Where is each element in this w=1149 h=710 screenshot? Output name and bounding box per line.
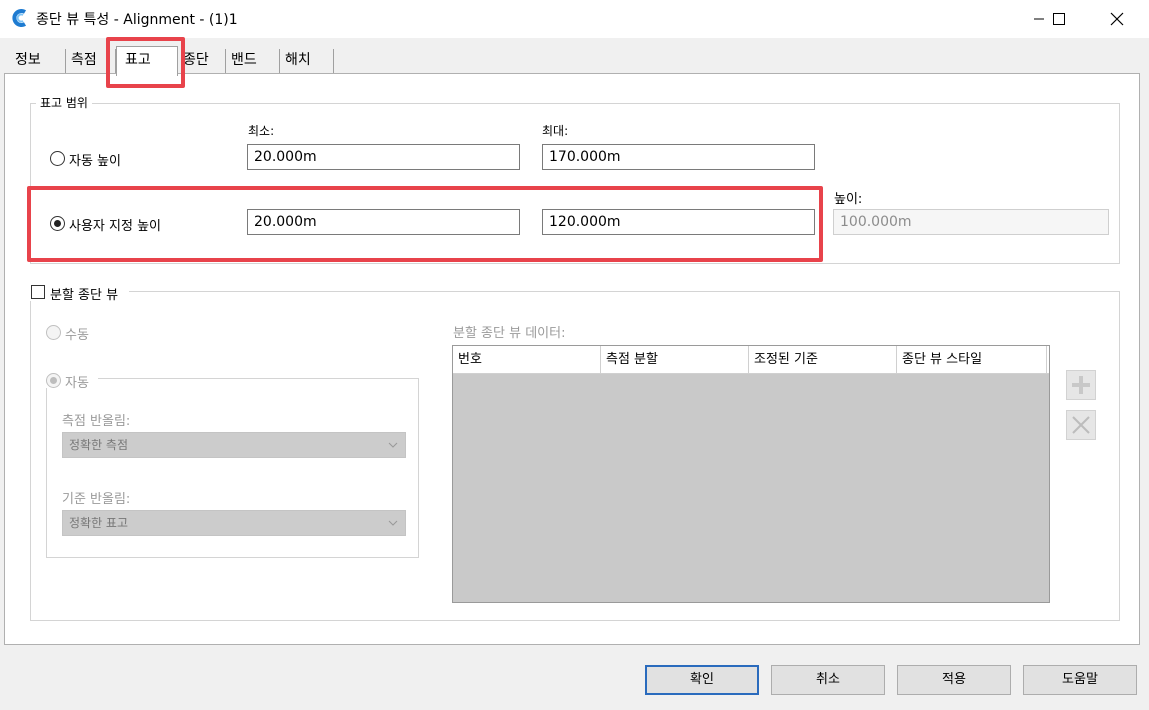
tab-hatch[interactable]: 해치 bbox=[280, 49, 334, 75]
close-icon bbox=[1110, 12, 1124, 26]
cancel-button[interactable]: 취소 bbox=[771, 665, 885, 695]
auto-min-field[interactable]: 20.000m bbox=[247, 144, 520, 170]
min-label: 최소: bbox=[248, 124, 275, 138]
height-field: 100.000m bbox=[833, 209, 1109, 235]
split-data-grid[interactable]: 번호 측점 분할 조정된 기준 종단 뷰 스타일 bbox=[452, 345, 1050, 603]
title-bar: 종단 뷰 특성 - Alignment - (1)1 bbox=[0, 0, 1149, 38]
manual-label: 수동 bbox=[65, 328, 89, 343]
split-profile-checkbox[interactable] bbox=[31, 285, 45, 299]
auto-max-field[interactable]: 170.000m bbox=[542, 144, 815, 170]
active-tab-highlight bbox=[106, 37, 185, 88]
window-title: 종단 뷰 특성 - Alignment - (1)1 bbox=[36, 12, 238, 28]
auto-label: 자동 bbox=[65, 376, 89, 391]
user-height-radio[interactable] bbox=[50, 216, 65, 231]
user-height-label: 사용자 지정 높이 bbox=[69, 219, 161, 234]
user-min-field[interactable]: 20.000m bbox=[247, 209, 520, 235]
height-label: 높이: bbox=[834, 192, 863, 207]
close-button[interactable] bbox=[1094, 0, 1140, 38]
column-header-adjusted-datum[interactable]: 조정된 기준 bbox=[749, 346, 897, 374]
split-data-label: 분할 종단 뷰 데이터: bbox=[453, 326, 566, 341]
user-max-field[interactable]: 120.000m bbox=[542, 209, 815, 235]
station-rounding-label: 측점 반올림: bbox=[62, 414, 131, 429]
maximize-icon bbox=[1053, 13, 1065, 25]
help-button[interactable]: 도움말 bbox=[1023, 665, 1137, 695]
delete-row-button[interactable] bbox=[1066, 410, 1096, 440]
elevation-range-title: 표고 범위 bbox=[36, 94, 92, 111]
max-label: 최대: bbox=[542, 124, 569, 138]
delete-icon bbox=[1072, 416, 1090, 434]
app-icon bbox=[12, 9, 30, 27]
datum-rounding-label: 기준 반올림: bbox=[62, 492, 131, 507]
grid-header: 번호 측점 분할 조정된 기준 종단 뷰 스타일 bbox=[453, 346, 1049, 374]
auto-radio[interactable] bbox=[46, 373, 61, 388]
split-profile-label: 분할 종단 뷰 bbox=[50, 288, 119, 303]
station-rounding-value: 정확한 측점 bbox=[69, 438, 129, 452]
column-header-station-split[interactable]: 측점 분할 bbox=[601, 346, 749, 374]
chevron-down-icon bbox=[388, 442, 398, 448]
auto-height-label: 자동 높이 bbox=[69, 154, 121, 169]
ok-button[interactable]: 확인 bbox=[645, 665, 759, 695]
tab-band[interactable]: 밴드 bbox=[226, 49, 280, 75]
apply-button[interactable]: 적용 bbox=[897, 665, 1011, 695]
tab-info[interactable]: 정보 bbox=[10, 49, 66, 75]
manual-radio[interactable] bbox=[46, 325, 61, 340]
column-header-profile-view-style[interactable]: 종단 뷰 스타일 bbox=[897, 346, 1047, 374]
chevron-down-icon bbox=[388, 520, 398, 526]
datum-rounding-value: 정확한 표고 bbox=[69, 516, 129, 530]
maximize-button[interactable] bbox=[1036, 0, 1082, 38]
column-header-number[interactable]: 번호 bbox=[453, 346, 601, 374]
plus-icon bbox=[1072, 376, 1090, 394]
station-rounding-select[interactable]: 정확한 측점 bbox=[62, 432, 406, 458]
add-row-button[interactable] bbox=[1066, 370, 1096, 400]
datum-rounding-select[interactable]: 정확한 표고 bbox=[62, 510, 406, 536]
auto-height-radio[interactable] bbox=[50, 151, 65, 166]
tab-profile[interactable]: 종단 bbox=[178, 49, 226, 75]
